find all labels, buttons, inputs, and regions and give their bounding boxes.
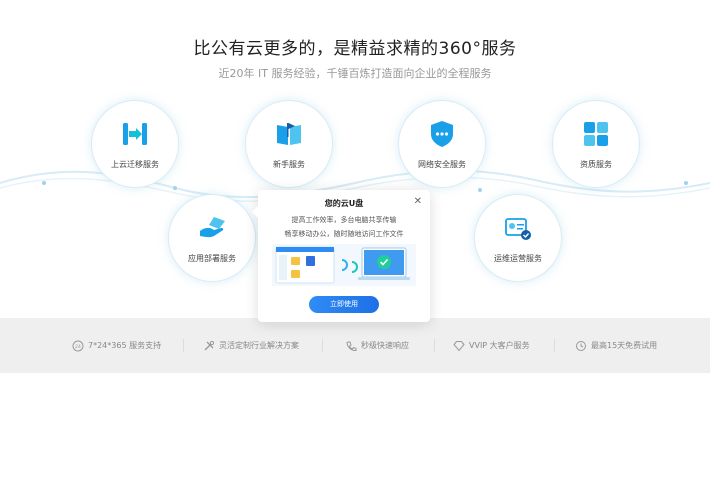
grid-icon — [584, 121, 608, 146]
popup-line-1: 提高工作效率，多台电脑共享传输 — [291, 216, 397, 224]
clock-24-icon: 24 — [72, 340, 84, 351]
shield-icon — [431, 120, 453, 147]
feature-label: 秒级快速响应 — [361, 341, 409, 350]
feature-support[interactable]: 24 7*24*365 服务支持 — [72, 318, 161, 373]
feature-custom[interactable]: 灵活定制行业解决方案 — [203, 318, 299, 373]
cloud-disk-popup: 您的云U盘 ✕ 提高工作效率，多台电脑共享传输 畅享移动办公，随时随地访问工作文… — [252, 190, 430, 322]
service-security[interactable]: 网络安全服务 — [398, 100, 486, 188]
cloud-sync-illustration — [272, 244, 416, 286]
service-qualification[interactable]: 资质服务 — [552, 100, 640, 188]
service-label: 上云迁移服务 — [111, 159, 159, 169]
tools-icon — [204, 340, 215, 350]
service-deployment[interactable]: 应用部署服务 — [168, 194, 256, 282]
service-label: 应用部署服务 — [188, 253, 236, 263]
book-flag-icon — [277, 122, 301, 145]
service-operations[interactable]: 运维运营服务 — [474, 194, 562, 282]
service-label: 网络安全服务 — [418, 159, 466, 169]
divider — [554, 339, 555, 352]
service-newbie[interactable]: 新手服务 — [245, 100, 333, 188]
feature-label: 灵活定制行业解决方案 — [219, 341, 299, 350]
feature-response[interactable]: 秒级快速响应 — [345, 318, 409, 373]
feature-label: 7*24*365 服务支持 — [88, 341, 162, 350]
divider — [434, 339, 435, 352]
feature-label: 最高15天免费试用 — [591, 341, 658, 350]
svg-text:24: 24 — [75, 344, 81, 350]
close-icon[interactable]: ✕ — [414, 196, 422, 207]
migration-icon — [123, 122, 147, 145]
hand-icon — [200, 216, 225, 237]
feature-vvip[interactable]: VVIP 大客户服务 — [453, 318, 530, 373]
trial-icon — [576, 340, 586, 351]
page-title: 比公有云更多的，是精益求精的360°服务 — [193, 39, 517, 59]
service-label: 运维运营服务 — [494, 253, 542, 263]
phone-icon — [346, 341, 357, 351]
diamond-icon — [453, 340, 465, 351]
certificate-icon — [505, 217, 531, 240]
service-label: 资质服务 — [580, 159, 612, 169]
service-migration[interactable]: 上云迁移服务 — [91, 100, 179, 188]
divider — [183, 339, 184, 352]
divider — [322, 339, 323, 352]
popup-title: 您的云U盘 — [324, 199, 364, 208]
page-subtitle: 近20年 IT 服务经验，千锤百炼打造面向企业的全程服务 — [218, 67, 492, 80]
feature-strip: 24 7*24*365 服务支持 灵活定制行业解决方案 秒级快速响应 VVIP … — [0, 318, 710, 373]
popup-line-2: 畅享移动办公，随时随地访问工作文件 — [284, 230, 404, 238]
feature-label: VVIP 大客户服务 — [469, 341, 530, 350]
service-label: 新手服务 — [273, 159, 305, 169]
feature-trial[interactable]: 最高15天免费试用 — [575, 318, 657, 373]
use-now-button[interactable]: 立即使用 — [309, 296, 379, 313]
